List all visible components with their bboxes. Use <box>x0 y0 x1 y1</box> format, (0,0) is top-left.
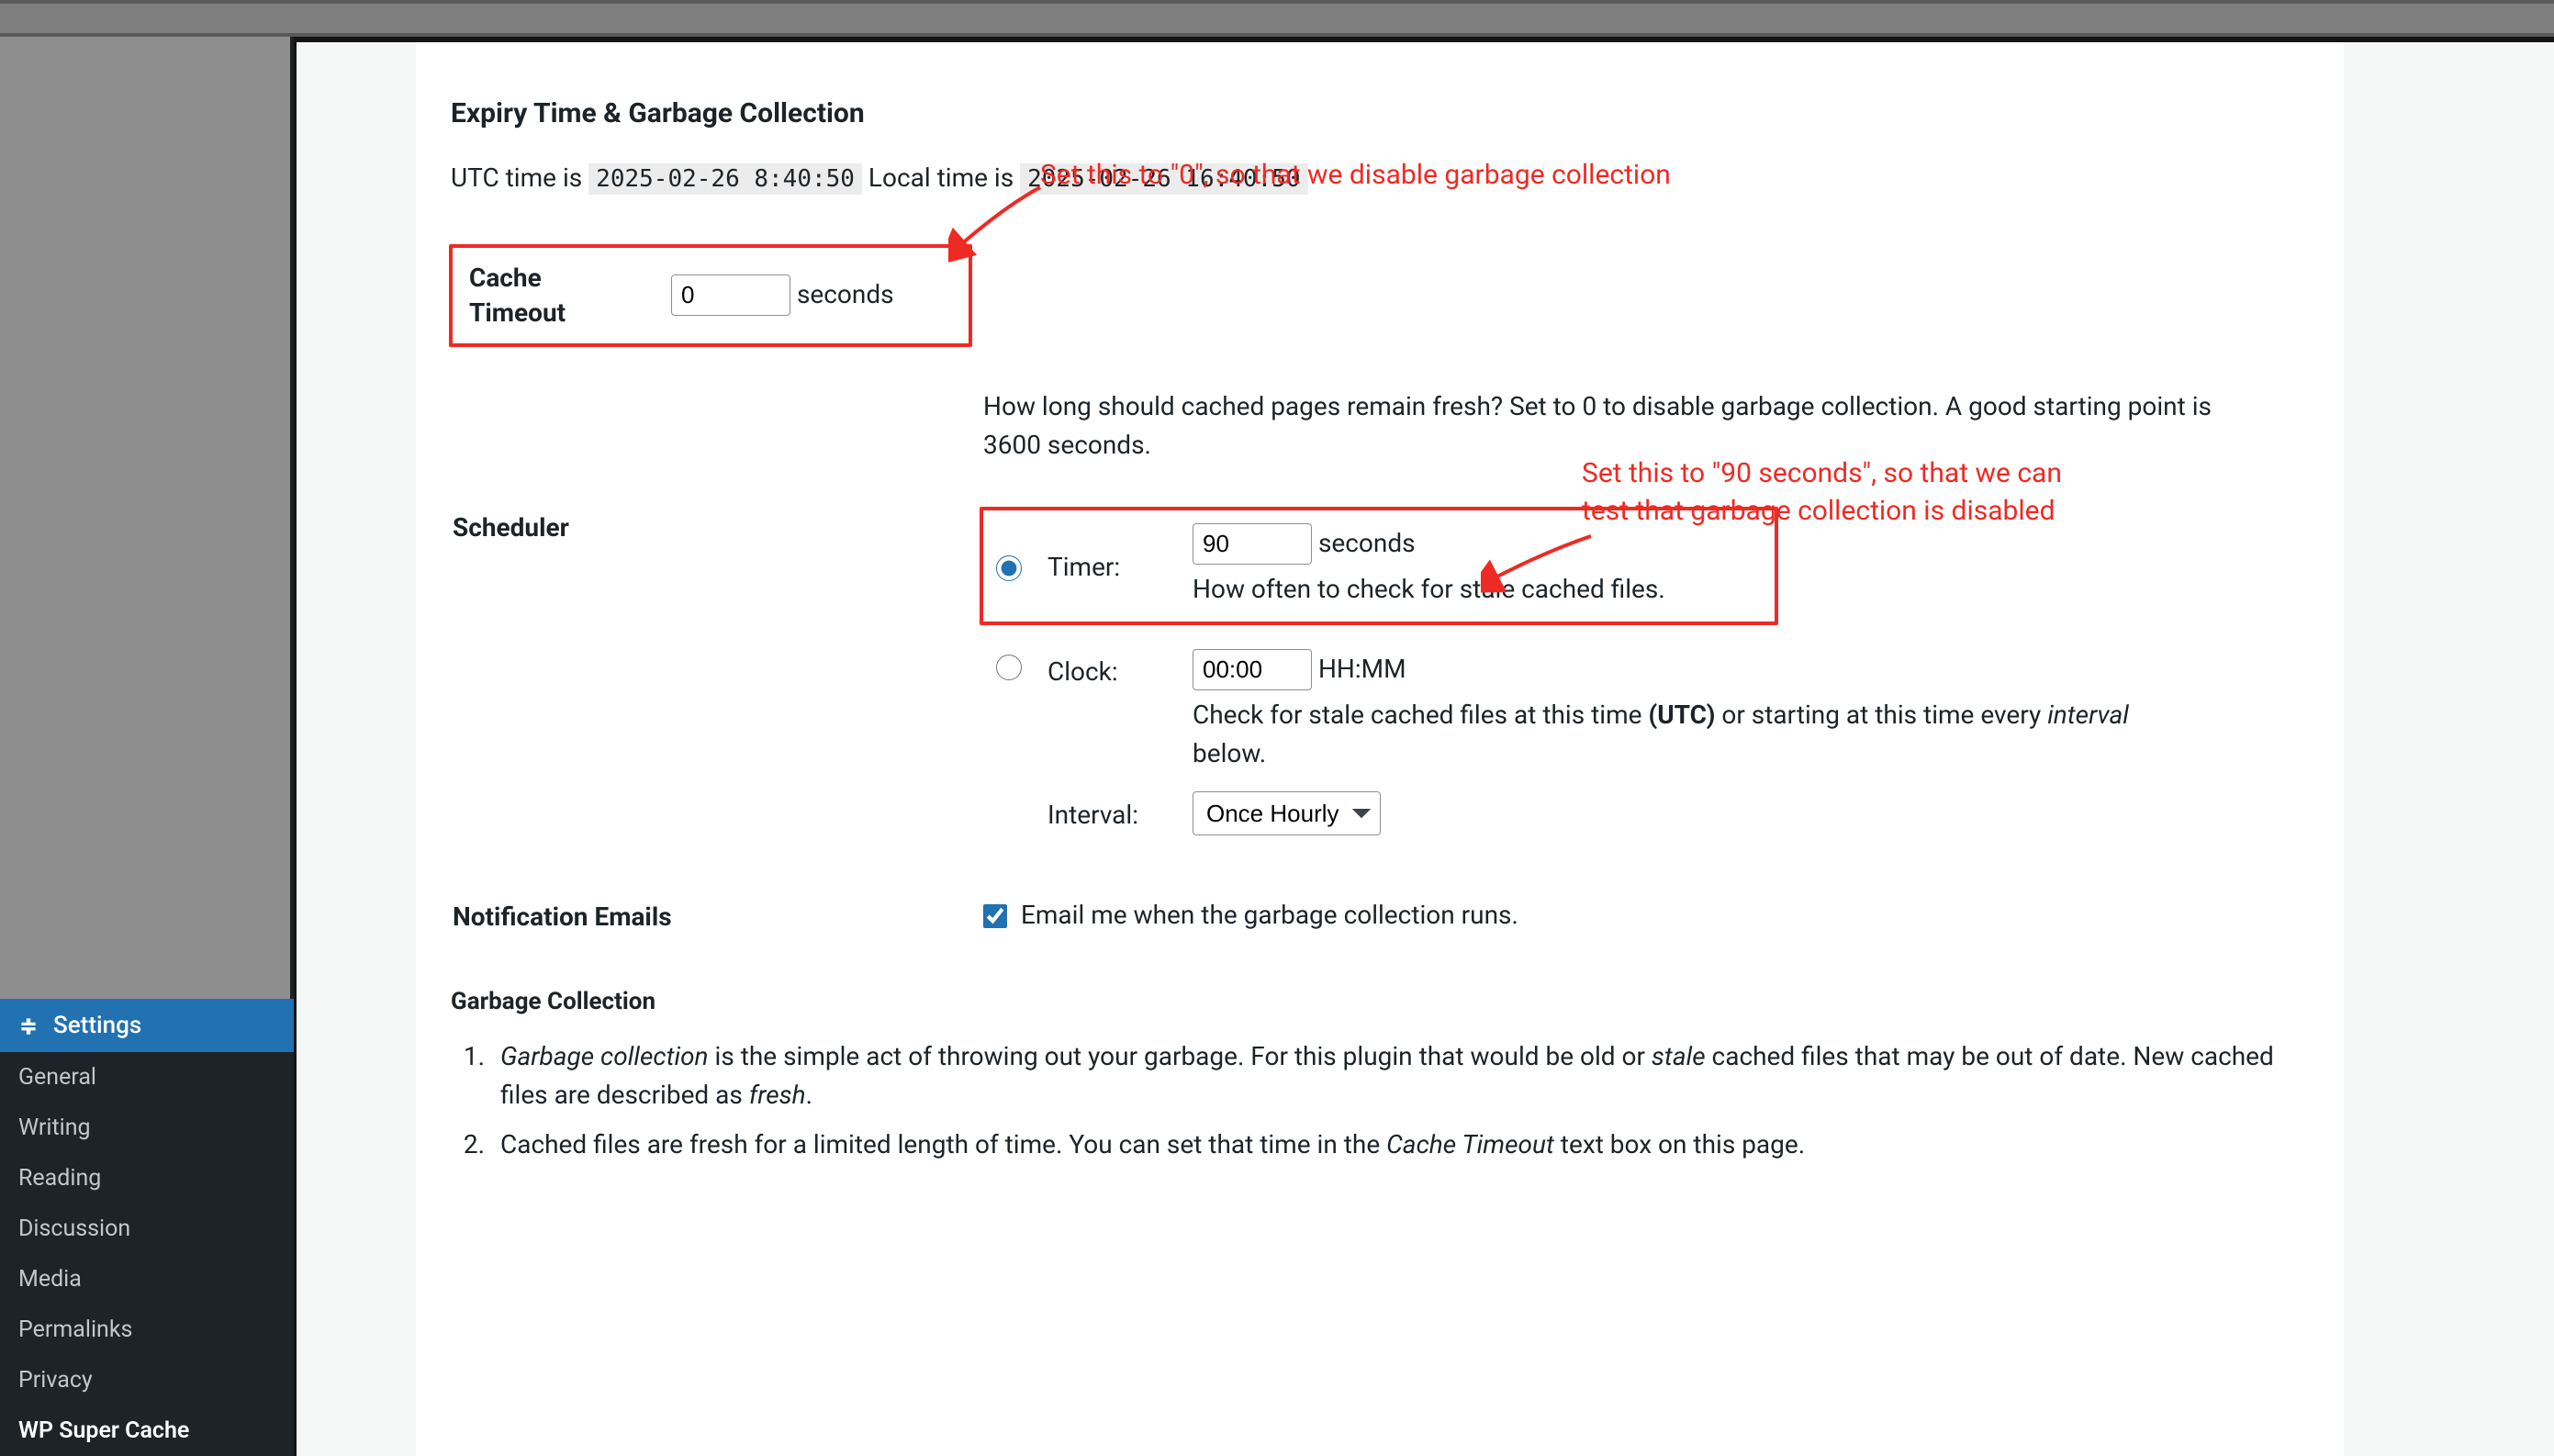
garbage-collection-heading: Garbage Collection <box>451 988 2289 1015</box>
menu-item-discussion[interactable]: Discussion <box>0 1204 294 1254</box>
main-content-area: Expiry Time & Garbage Collection UTC tim… <box>294 37 2554 1456</box>
scheduler-timer-input[interactable] <box>1193 523 1312 565</box>
gc1-t3: . <box>806 1080 812 1110</box>
scheduler-interval-label: Interval: <box>1047 792 1167 834</box>
scheduler-clock-help-pre: Check for stale cached files at this tim… <box>1193 700 1648 730</box>
notification-emails-checkbox[interactable] <box>983 904 1007 928</box>
menu-settings-header[interactable]: Settings <box>0 999 294 1052</box>
scheduler-label: Scheduler <box>453 512 569 543</box>
gc2-t1: Cached files are fresh for a limited len… <box>500 1129 1386 1159</box>
menu-item-writing[interactable]: Writing <box>0 1103 294 1153</box>
settings-icon <box>17 1014 40 1037</box>
time-row: UTC time is 2025-02-26 8:40:50 Local tim… <box>451 162 2289 193</box>
gc2-t2: text box on this page. <box>1554 1129 1805 1159</box>
timer-highlight: Timer: seconds How often to check for st… <box>980 507 1778 625</box>
utc-time-value: 2025-02-26 8:40:50 <box>588 163 862 195</box>
local-time-value: 2025-02-26 16:40:50 <box>1020 163 1307 195</box>
scheduler-clock-help-bold: (UTC) <box>1648 700 1715 730</box>
scheduler-clock-radio[interactable] <box>996 655 1022 680</box>
notification-emails-label: Notification Emails <box>453 902 672 932</box>
menu-item-privacy[interactable]: Privacy <box>0 1355 294 1406</box>
top-chrome-bar <box>0 0 2554 37</box>
scheduler-interval-select[interactable]: Once Hourly <box>1193 791 1381 835</box>
settings-card: Expiry Time & Garbage Collection UTC tim… <box>416 42 2344 1456</box>
gc-list-item-1: Garbage collection is the simple act of … <box>491 1037 2289 1114</box>
scheduler-timer-radio[interactable] <box>996 555 1022 581</box>
sidebar-collapsed-region <box>0 37 294 999</box>
menu-item-reading[interactable]: Reading <box>0 1153 294 1204</box>
admin-menu: Settings General Writing Reading Discuss… <box>0 999 294 1456</box>
scheduler-clock-help-em: interval <box>2047 700 2129 730</box>
scheduler-clock-help-mid: or starting at this time every <box>1715 700 2047 730</box>
gc1-t1: is the simple act of throwing out your g… <box>709 1041 1652 1071</box>
scheduler-clock-unit: HH:MM <box>1318 654 1406 684</box>
cache-timeout-input[interactable] <box>671 274 790 316</box>
scheduler-timer-unit: seconds <box>1318 528 1416 558</box>
gc1-em3: fresh <box>749 1080 806 1110</box>
cache-timeout-unit: seconds <box>797 279 894 309</box>
local-time-label: Local time is <box>868 162 1014 193</box>
left-column: Settings General Writing Reading Discuss… <box>0 37 294 1456</box>
cache-timeout-highlight: Cache Timeout seconds <box>449 244 972 347</box>
cache-timeout-label: Cache Timeout <box>469 261 616 330</box>
gc1-em2: stale <box>1652 1041 1706 1071</box>
gc-list-item-2: Cached files are fresh for a limited len… <box>491 1126 2289 1164</box>
menu-item-general[interactable]: General <box>0 1052 294 1103</box>
notification-emails-text: Email me when the garbage collection run… <box>1021 900 1518 930</box>
scheduler-clock-help-post: below. <box>1193 738 1266 768</box>
scheduler-timer-label: Timer: <box>1047 544 1167 587</box>
gc1-em1: Garbage collection <box>500 1041 709 1071</box>
scheduler-clock-input[interactable] <box>1193 649 1312 690</box>
garbage-collection-list: Garbage collection is the simple act of … <box>451 1037 2289 1164</box>
menu-item-permalinks[interactable]: Permalinks <box>0 1305 294 1355</box>
cache-timeout-help: How long should cached pages remain fres… <box>983 387 2268 465</box>
menu-settings-label: Settings <box>53 1012 141 1039</box>
scheduler-clock-label: Clock: <box>1047 649 1167 691</box>
menu-item-media[interactable]: Media <box>0 1254 294 1305</box>
scheduler-timer-help: How often to check for stale cached file… <box>1193 570 1762 609</box>
gc2-em1: Cache Timeout <box>1386 1129 1554 1159</box>
menu-item-wp-super-cache[interactable]: WP Super Cache <box>0 1406 294 1456</box>
section-title: Expiry Time & Garbage Collection <box>451 97 2289 129</box>
utc-time-label: UTC time is <box>451 162 582 193</box>
notification-emails-row[interactable]: Email me when the garbage collection run… <box>983 900 1518 930</box>
